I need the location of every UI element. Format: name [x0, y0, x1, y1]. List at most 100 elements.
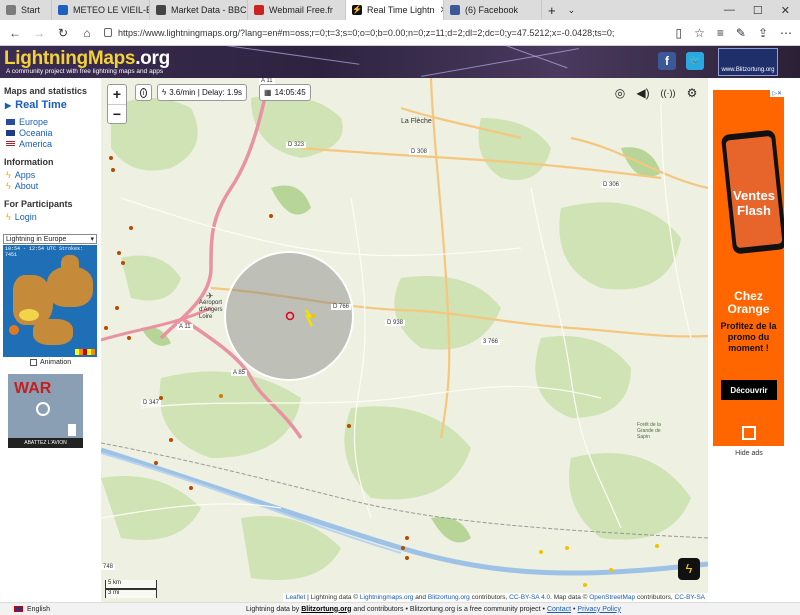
- lightning-icon: ϟ: [6, 170, 11, 180]
- privacy-link[interactable]: Privacy Policy: [577, 606, 621, 613]
- map-canvas: ✈: [101, 78, 708, 587]
- road-label-a85: A 85: [231, 370, 248, 376]
- ad-chez-orange: Chez Orange: [727, 289, 770, 316]
- zoom-in-button[interactable]: +: [108, 85, 126, 104]
- maximize-icon[interactable]: ☐: [753, 4, 763, 17]
- refresh-icon[interactable]: ↻: [56, 26, 70, 40]
- attribution-link-leaflet[interactable]: Leaflet: [286, 594, 306, 601]
- sidebar-item-europe[interactable]: Europe: [6, 117, 101, 127]
- sidebar-item-apps[interactable]: ϟ Apps: [6, 170, 101, 180]
- info-icon: i: [140, 87, 147, 98]
- attribution-link-blitzortung[interactable]: Blitzortung.org: [428, 594, 470, 601]
- road-label-d308: D 308: [409, 149, 430, 155]
- road-label-a11-west: A 11: [177, 324, 193, 330]
- contact-link[interactable]: Contact: [547, 606, 571, 613]
- road-label-d323: D 323: [286, 142, 307, 148]
- animation-toggle[interactable]: Animation: [30, 359, 101, 366]
- lock-icon: [104, 28, 112, 37]
- ad-profitez: Profitez de la promo du moment !: [720, 321, 777, 353]
- favorite-star-icon[interactable]: ☆: [694, 26, 705, 40]
- minimize-icon[interactable]: —: [724, 4, 735, 17]
- forest-label: Forêt de la Grande de Sapin: [637, 422, 661, 440]
- toolbar-icons: ▯ ☆ ≡ ✎ ⇪ ⋯: [675, 26, 792, 40]
- tab-webmail[interactable]: Webmail Free.fr: [248, 0, 346, 20]
- ad-choices-icon[interactable]: ▷✕: [770, 90, 784, 97]
- detection-range-circle: [224, 251, 354, 381]
- time-panel[interactable]: ▦ 14:05:45: [259, 84, 311, 101]
- ad-footer: ABATTEZ L'AVION: [8, 438, 83, 448]
- ad-title: WAR: [14, 380, 52, 397]
- tab-bbc[interactable]: Market Data - BBC N: [150, 0, 248, 20]
- window-controls: — ☐ ✕: [724, 4, 800, 17]
- forward-icon[interactable]: →: [32, 26, 46, 40]
- gear-icon[interactable]: ⚙: [683, 84, 701, 101]
- tab-start[interactable]: Start: [0, 0, 52, 20]
- back-icon[interactable]: ←: [8, 26, 22, 40]
- europe-minimap[interactable]: 10:54 - 12:54 UTC Strokes: 7451: [3, 245, 97, 357]
- left-ad-banner[interactable]: WAR ABATTEZ L'AVION: [8, 374, 83, 448]
- realtime-arrow-icon: ▶: [5, 100, 12, 110]
- strike-cluster: [19, 309, 39, 321]
- twitter-icon[interactable]: 🐦: [686, 52, 704, 70]
- sidebar-item-login[interactable]: ϟ Login: [6, 212, 101, 222]
- sound-icon[interactable]: ◀): [634, 84, 652, 101]
- region-select[interactable]: Lightning in Europe ▾: [3, 234, 97, 244]
- scale-km: 5 km: [105, 580, 157, 589]
- bbc-favicon-icon: [156, 5, 166, 15]
- sidebar-item-oceania[interactable]: Oceania: [6, 128, 101, 138]
- locate-icon[interactable]: ◎: [611, 84, 629, 101]
- tab-lightning[interactable]: ⚡ Real Time Lightn ✕: [346, 0, 444, 20]
- pause-icon[interactable]: [68, 424, 76, 436]
- facebook-icon[interactable]: f: [658, 52, 676, 70]
- home-icon[interactable]: ⌂: [80, 26, 94, 40]
- attribution-link-lightningmaps[interactable]: Lightningmaps.org: [360, 594, 413, 601]
- info-button[interactable]: i: [135, 84, 152, 101]
- land-shape: [33, 319, 73, 345]
- ad-decouvrir-button[interactable]: Découvrir: [721, 380, 777, 400]
- lightning-bolt-decoration: [220, 46, 360, 65]
- target-icon: [36, 402, 50, 416]
- more-icon[interactable]: ⋯: [780, 26, 792, 40]
- calendar-icon: ▦: [264, 88, 272, 97]
- free-favicon-icon: [254, 5, 264, 15]
- site-logo[interactable]: LightningMaps.org: [4, 48, 170, 70]
- stats-panel[interactable]: ϟ 3.6/min | Delay: 1.9s: [157, 84, 248, 101]
- share-icon[interactable]: ⇪: [758, 26, 768, 40]
- blitzortung-logo[interactable]: www.Blitzortung.org: [718, 48, 778, 76]
- url-field[interactable]: https://www.lightningmaps.org/?lang=en#m…: [104, 24, 665, 42]
- sidebar-item-realtime[interactable]: ▶ Real Time: [5, 99, 101, 111]
- animation-checkbox[interactable]: [30, 359, 37, 366]
- forest-areas: [101, 95, 691, 580]
- tab-facebook[interactable]: (6) Facebook: [444, 0, 542, 20]
- australia-flag-icon: [6, 130, 15, 136]
- lightning-map[interactable]: ✈ A 11 D 323 D 308 D 306 D 766 D 938 3 7…: [101, 78, 708, 602]
- lightning-icon: ϟ: [162, 88, 167, 97]
- sidebar-item-america[interactable]: America: [6, 139, 101, 149]
- new-tab-button[interactable]: +: [542, 0, 562, 20]
- close-window-icon[interactable]: ✕: [781, 4, 790, 17]
- attribution-link-ccbysa[interactable]: CC-BY-SA: [675, 594, 705, 601]
- road-label-748: 748: [101, 564, 116, 570]
- browser-tabbar: Start METEO LE VIEIL-BAU Market Data - B…: [0, 0, 800, 20]
- reading-view-icon[interactable]: ▯: [675, 26, 682, 40]
- tab-list-chevron-icon[interactable]: ⌄: [562, 0, 582, 20]
- town-la-fleche: La Flèche: [401, 118, 432, 125]
- attribution-link-ccbysa4[interactable]: CC-BY-SA 4.0: [509, 594, 550, 601]
- zoom-out-button[interactable]: −: [108, 104, 126, 123]
- participants-heading: For Participants: [4, 199, 73, 209]
- sidebar-item-about[interactable]: ϟ About: [6, 181, 101, 191]
- footer-blitzortung-link[interactable]: Blitzortung.org: [301, 606, 351, 613]
- road-label-d347: D 347: [141, 400, 162, 406]
- lightning-app-badge-icon[interactable]: ϟ: [678, 558, 700, 580]
- footer-credits: Lightning data by Blitzortung.org and co…: [245, 605, 621, 613]
- signal-icon[interactable]: ((·)): [659, 84, 677, 101]
- attribution-link-osm[interactable]: OpenStreetMap: [589, 594, 635, 601]
- hub-icon[interactable]: ≡: [717, 26, 724, 40]
- orange-ad-banner[interactable]: ▷✕ Ventes Flash Chez Orange Profitez de …: [713, 90, 784, 446]
- notes-icon[interactable]: ✎: [736, 26, 746, 40]
- land-shape: [61, 255, 79, 275]
- road-label-d306: D 306: [601, 182, 622, 188]
- tab-meteo[interactable]: METEO LE VIEIL-BAU: [52, 0, 150, 20]
- hide-ads-link[interactable]: Hide ads: [708, 450, 790, 457]
- language-selector[interactable]: English: [14, 606, 50, 613]
